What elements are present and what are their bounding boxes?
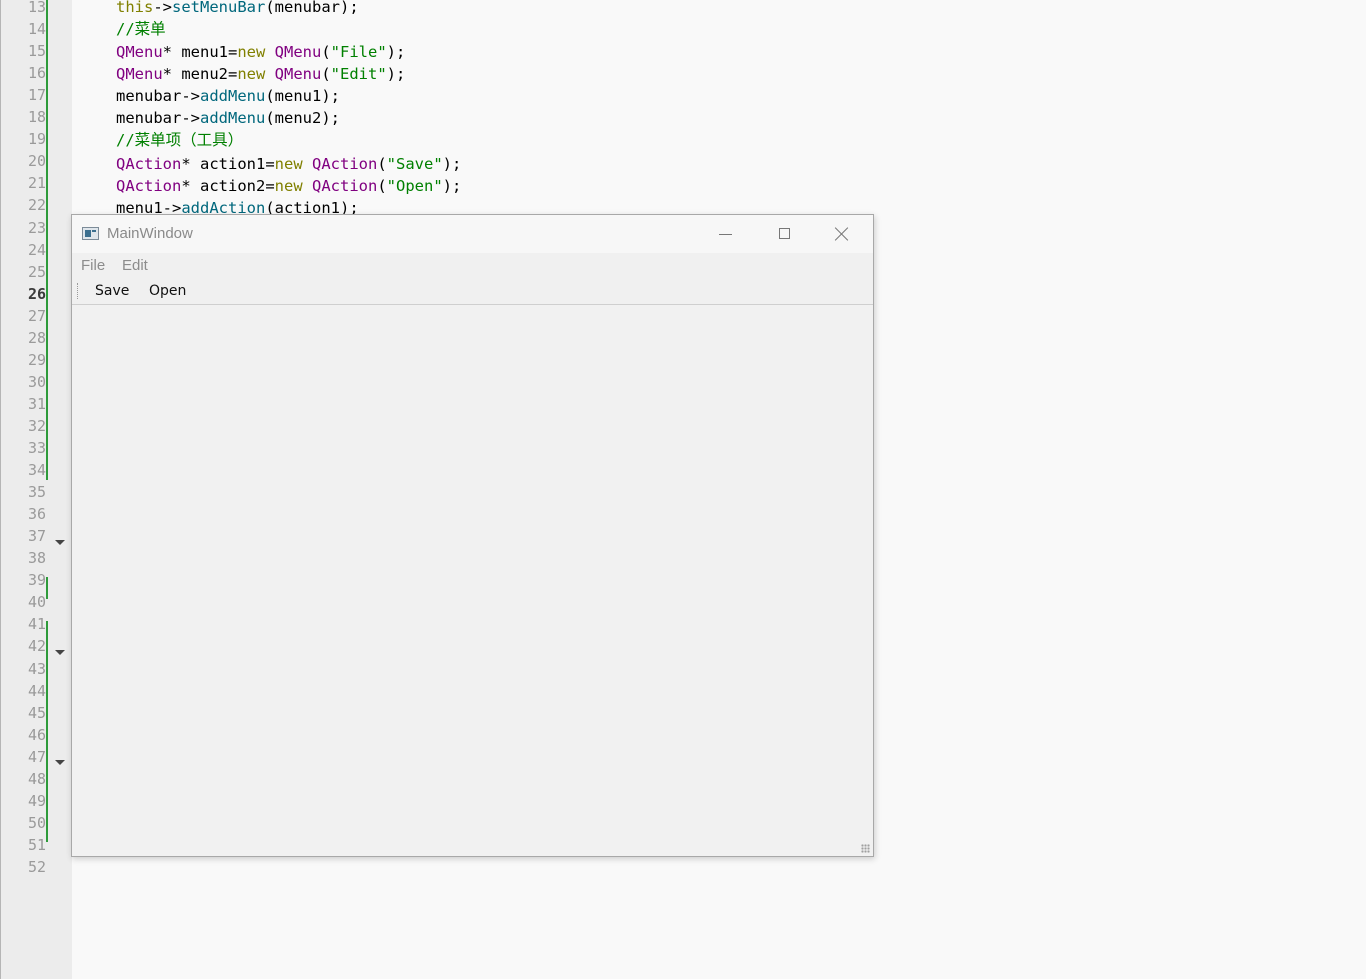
line-number: 17: [27, 86, 46, 105]
line-number: 43: [27, 659, 46, 678]
change-marker: [46, 577, 48, 599]
line-number: 30: [27, 372, 46, 391]
change-marker: [46, 0, 48, 480]
line-number: 18: [27, 108, 46, 127]
line-number: 44: [27, 681, 46, 700]
minimize-button[interactable]: [697, 215, 755, 253]
line-number: 40: [27, 593, 46, 612]
line-number: 16: [27, 64, 46, 83]
line-number: 31: [27, 394, 46, 413]
menu-edit[interactable]: Edit: [122, 257, 148, 274]
code-line-17: menubar->addMenu(menu1);: [116, 87, 340, 105]
central-widget: [72, 305, 873, 856]
line-number: 28: [27, 328, 46, 347]
fold-arrow-icon[interactable]: [55, 540, 65, 545]
line-number: 47: [27, 747, 46, 766]
line-number: 37: [27, 527, 46, 546]
code-line-19: //菜单项（工具）: [116, 131, 244, 149]
maximize-icon: [779, 228, 790, 239]
close-icon: [835, 227, 849, 241]
line-number: 46: [27, 725, 46, 744]
line-number: 15: [27, 42, 46, 61]
code-line-15: QMenu* menu1=new QMenu("File");: [116, 43, 406, 61]
main-window[interactable]: MainWindow File Edit Save Open: [71, 214, 874, 857]
line-number: 41: [27, 615, 46, 634]
code-line-21: QAction* action2=new QAction("Open");: [116, 177, 462, 195]
menu-file[interactable]: File: [81, 257, 105, 274]
line-number: 20: [27, 152, 46, 171]
line-number: 21: [27, 174, 46, 193]
line-number: 42: [27, 637, 46, 656]
line-number: 39: [27, 571, 46, 590]
line-number: 33: [27, 439, 46, 457]
title-bar[interactable]: MainWindow: [72, 215, 873, 253]
maximize-button[interactable]: [755, 215, 813, 253]
line-number: 27: [27, 306, 46, 325]
size-grip-icon[interactable]: [861, 844, 870, 853]
line-number: 19: [27, 130, 46, 149]
line-number: 32: [27, 416, 46, 435]
line-number: 22: [27, 196, 46, 215]
line-number: 34: [27, 461, 46, 480]
menu-bar: File Edit: [72, 253, 873, 279]
line-number: 24: [27, 240, 46, 259]
code-line-18: menubar->addMenu(menu2);: [116, 109, 340, 127]
close-button[interactable]: [813, 215, 871, 253]
line-number: 36: [27, 505, 46, 524]
line-number: 25: [27, 262, 46, 281]
line-number: 50: [27, 813, 46, 832]
line-number: 48: [27, 769, 46, 788]
window-title: MainWindow: [107, 225, 193, 242]
toolbar-handle[interactable]: [77, 283, 80, 299]
line-number: 29: [27, 350, 46, 369]
fold-arrow-icon[interactable]: [55, 650, 65, 655]
line-number: 45: [27, 703, 46, 722]
line-number: 23: [27, 218, 46, 237]
line-number: 14: [27, 20, 46, 39]
tool-bar: Save Open: [72, 279, 873, 305]
line-number: 51: [27, 835, 46, 854]
toolbar-save-button[interactable]: Save: [95, 283, 129, 299]
qt-window-icon: [82, 227, 99, 240]
fold-arrow-icon[interactable]: [55, 760, 65, 765]
change-marker: [46, 621, 48, 842]
line-number: 35: [27, 483, 46, 502]
line-number: 49: [27, 791, 46, 810]
code-line-16: QMenu* menu2=new QMenu("Edit");: [116, 65, 406, 83]
code-line-13: this->setMenuBar(menubar);: [116, 0, 359, 16]
line-number: 52: [27, 857, 46, 876]
line-number: 38: [27, 549, 46, 568]
code-line-14: //菜单: [116, 20, 166, 38]
code-line-20: QAction* action1=new QAction("Save");: [116, 155, 462, 173]
line-number: 13: [27, 0, 46, 16]
toolbar-open-button[interactable]: Open: [149, 283, 186, 299]
minimize-icon: [719, 234, 732, 235]
line-number: 26: [27, 284, 46, 303]
